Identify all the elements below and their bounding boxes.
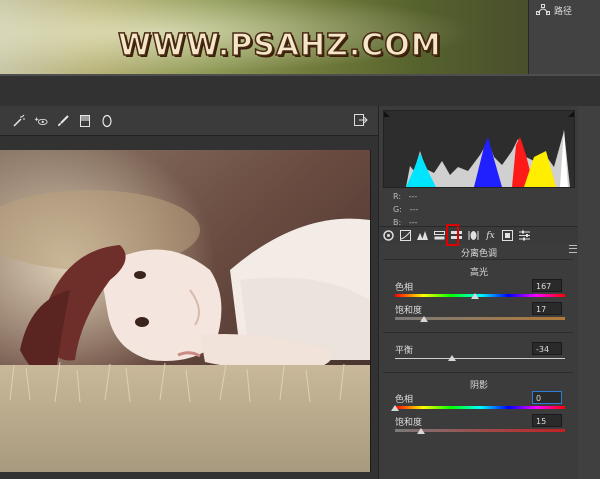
hsl-icon[interactable] (434, 230, 445, 241)
g-label: G: (393, 205, 402, 214)
highlights-saturation-thumb[interactable] (420, 316, 428, 322)
balance-field[interactable]: -34 (532, 342, 562, 355)
divider (383, 259, 573, 260)
shadows-saturation-slider[interactable] (395, 428, 565, 434)
panel-scrollbar[interactable] (578, 106, 600, 479)
camera-raw-dialog: R: --- G: --- B: --- fx 分离色调 高光 色相 167 饱… (0, 74, 600, 479)
active-tab-highlight (446, 224, 459, 246)
lens-corrections-icon[interactable] (468, 230, 479, 241)
divider (383, 372, 573, 373)
divider (383, 332, 573, 333)
shadows-saturation-field[interactable]: 15 (532, 414, 562, 427)
paths-panel-label: 路径 (554, 6, 573, 17)
balance-slider[interactable] (395, 355, 565, 361)
highlights-title: 高光 (469, 268, 488, 278)
camera-calibration-icon[interactable] (502, 230, 513, 241)
highlights-saturation-field[interactable]: 17 (532, 302, 562, 315)
white-balance-tool-icon[interactable] (12, 114, 26, 128)
shadows-hue-thumb[interactable] (391, 405, 399, 411)
radial-filter-icon[interactable] (100, 114, 114, 128)
shadows-title: 阴影 (469, 381, 488, 391)
detail-icon[interactable] (417, 230, 428, 241)
basic-icon[interactable] (383, 230, 394, 241)
highlights-hue-field[interactable]: 167 (532, 279, 562, 292)
tone-curve-icon[interactable] (400, 230, 411, 241)
shadows-hue-slider[interactable] (391, 405, 565, 411)
split-toning-title: 分离色调 (460, 249, 497, 259)
shadows-hue-label: 色相 (395, 395, 414, 405)
paths-panel-item[interactable]: 路径 (536, 2, 572, 18)
highlights-saturation-slider[interactable] (395, 316, 565, 322)
balance-thumb[interactable] (448, 355, 456, 361)
shadows-saturation-thumb[interactable] (417, 428, 425, 434)
photo-preview[interactable] (0, 150, 371, 472)
histogram (383, 110, 575, 188)
presets-icon[interactable] (519, 230, 530, 241)
adjustment-panel: R: --- G: --- B: --- fx 分离色调 高光 色相 167 饱… (378, 106, 579, 479)
shadows-saturation-label: 饱和度 (395, 418, 423, 428)
r-label: R: (393, 192, 402, 201)
highlights-hue-label: 色相 (395, 283, 414, 293)
watermark: WWW.PSAHZ.COM (117, 27, 442, 64)
graduated-filter-icon[interactable] (78, 114, 92, 128)
balance-label: 平衡 (395, 346, 414, 356)
red-eye-tool-icon[interactable] (34, 114, 48, 128)
shadows-hue-field[interactable]: 0 (532, 391, 562, 404)
panel-tabs: fx (379, 226, 579, 244)
portrait-image (0, 150, 370, 472)
path-icon (536, 4, 550, 15)
highlights-hue-thumb[interactable] (471, 293, 479, 299)
highlights-hue-slider[interactable] (395, 293, 565, 299)
brush-tool-icon[interactable] (56, 114, 70, 128)
fx-icon[interactable]: fx (485, 230, 496, 241)
highlights-saturation-label: 饱和度 (395, 306, 423, 316)
tool-bar (0, 106, 378, 136)
g-value: --- (409, 205, 419, 214)
export-icon[interactable] (354, 114, 368, 126)
rgb-readout: R: --- G: --- B: --- (393, 190, 418, 229)
r-value: --- (408, 192, 418, 201)
